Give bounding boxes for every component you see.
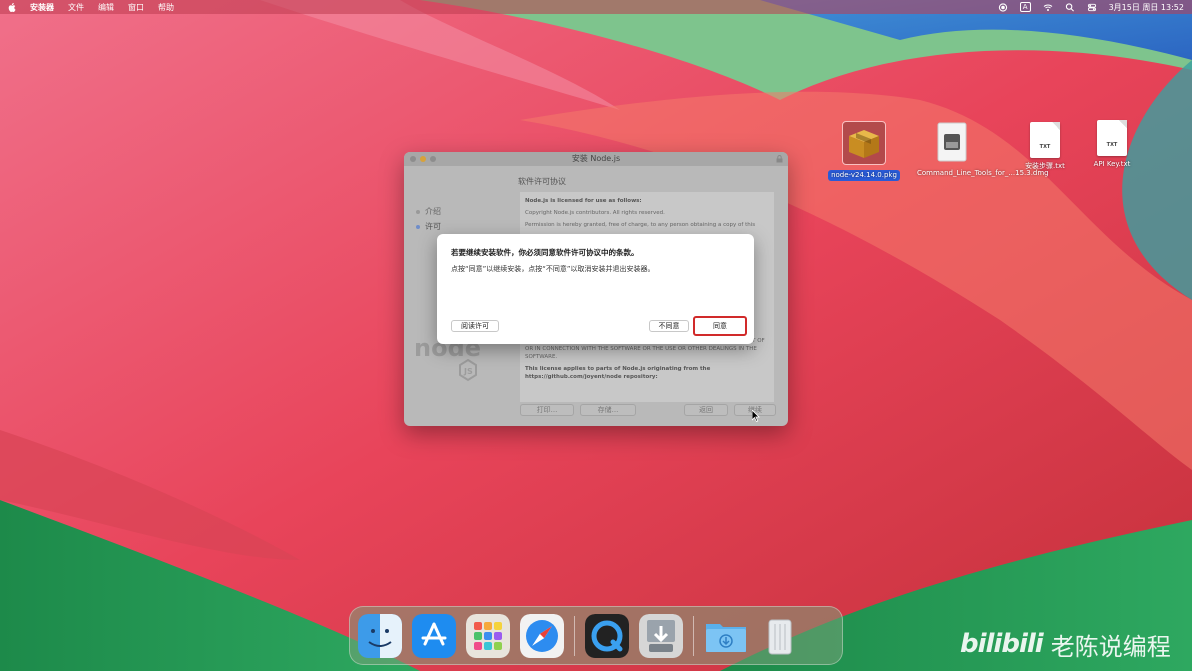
agree-button[interactable]: 同意: [693, 316, 747, 336]
page-heading: 软件许可协议: [518, 177, 566, 186]
menubar-clock[interactable]: 3月15日 周日 13:52: [1109, 2, 1184, 13]
screen-record-icon[interactable]: [998, 2, 1008, 12]
author-name: 老陈说编程: [1050, 632, 1171, 661]
desktop-file-api-key-txt[interactable]: TXT API Key.txt: [1072, 120, 1152, 170]
menu-app-name[interactable]: 安装器: [30, 2, 54, 13]
safari-icon[interactable]: [520, 613, 564, 658]
mouse-cursor-icon: [752, 410, 760, 422]
dock-separator: [693, 615, 694, 656]
bilibili-logo: bilibili: [960, 629, 1044, 659]
video-watermark: bilibili 老陈说编程: [960, 624, 1171, 664]
installer-steps: 介绍 许可: [416, 204, 441, 234]
text-file-icon: TXT: [1097, 120, 1127, 156]
desktop-file-clt-dmg[interactable]: Command_Line_Tools_for_...15.3.dmg: [912, 122, 1049, 179]
minimize-button[interactable]: [420, 156, 426, 162]
downloads-folder-icon[interactable]: [704, 614, 748, 658]
input-method-indicator[interactable]: A: [1019, 2, 1031, 12]
window-titlebar[interactable]: 安装 Node.js: [404, 152, 788, 166]
read-license-button[interactable]: 阅读许可: [451, 320, 499, 332]
finder-icon[interactable]: [358, 613, 402, 658]
package-icon: [842, 121, 886, 165]
step-license: 许可: [416, 219, 441, 234]
disk-image-icon: [937, 122, 967, 162]
menu-file[interactable]: 文件: [68, 2, 84, 13]
dock-separator: [574, 615, 575, 656]
desktop-file-label: node-v24.14.0.pkg: [828, 170, 900, 181]
alert-message: 点按“同意”以继续安装，点按“不同意”以取消安装并退出安装器。: [451, 265, 655, 273]
zoom-button[interactable]: [430, 156, 436, 162]
quicktime-icon[interactable]: [585, 613, 629, 658]
spotlight-search-icon[interactable]: [1065, 2, 1075, 12]
menu-bar: 安装器 文件 编辑 窗口 帮助 A 3月15日 周日 13:52: [0, 0, 1192, 14]
dock: [349, 606, 843, 665]
apple-menu-icon[interactable]: [8, 2, 16, 12]
desktop-file-label: 安装步骤.txt: [1025, 162, 1065, 170]
close-button[interactable]: [410, 156, 416, 162]
menu-help[interactable]: 帮助: [158, 2, 174, 13]
menu-window[interactable]: 窗口: [128, 2, 144, 13]
license-agreement-alert: 若要继续安装软件，你必须同意软件许可协议中的条款。 点按“同意”以继续安装，点按…: [437, 234, 754, 344]
desktop-file-node-pkg[interactable]: node-v24.14.0.pkg: [824, 121, 904, 181]
wifi-icon[interactable]: [1043, 3, 1053, 12]
desktop-file-label: Command_Line_Tools_for_...15.3.dmg: [917, 169, 1049, 177]
launchpad-icon[interactable]: [466, 613, 510, 658]
alert-title: 若要继续安装软件，你必须同意软件许可协议中的条款。: [451, 248, 639, 257]
save-button[interactable]: 存储...: [580, 404, 636, 416]
text-file-icon: TXT: [1030, 122, 1060, 158]
app-store-icon[interactable]: [412, 613, 456, 658]
window-title: 安装 Node.js: [571, 154, 621, 163]
back-button[interactable]: 返回: [684, 404, 728, 416]
trash-icon[interactable]: [758, 614, 802, 658]
step-intro: 介绍: [416, 204, 441, 219]
desktop-file-label: API Key.txt: [1093, 160, 1131, 168]
disagree-button[interactable]: 不同意: [649, 320, 689, 332]
print-button[interactable]: 打印...: [520, 404, 574, 416]
lock-icon: [776, 155, 783, 163]
installer-icon[interactable]: [639, 613, 683, 658]
control-center-icon[interactable]: [1087, 3, 1097, 12]
svg-text:JS: JS: [463, 367, 473, 376]
menu-edit[interactable]: 编辑: [98, 2, 114, 13]
